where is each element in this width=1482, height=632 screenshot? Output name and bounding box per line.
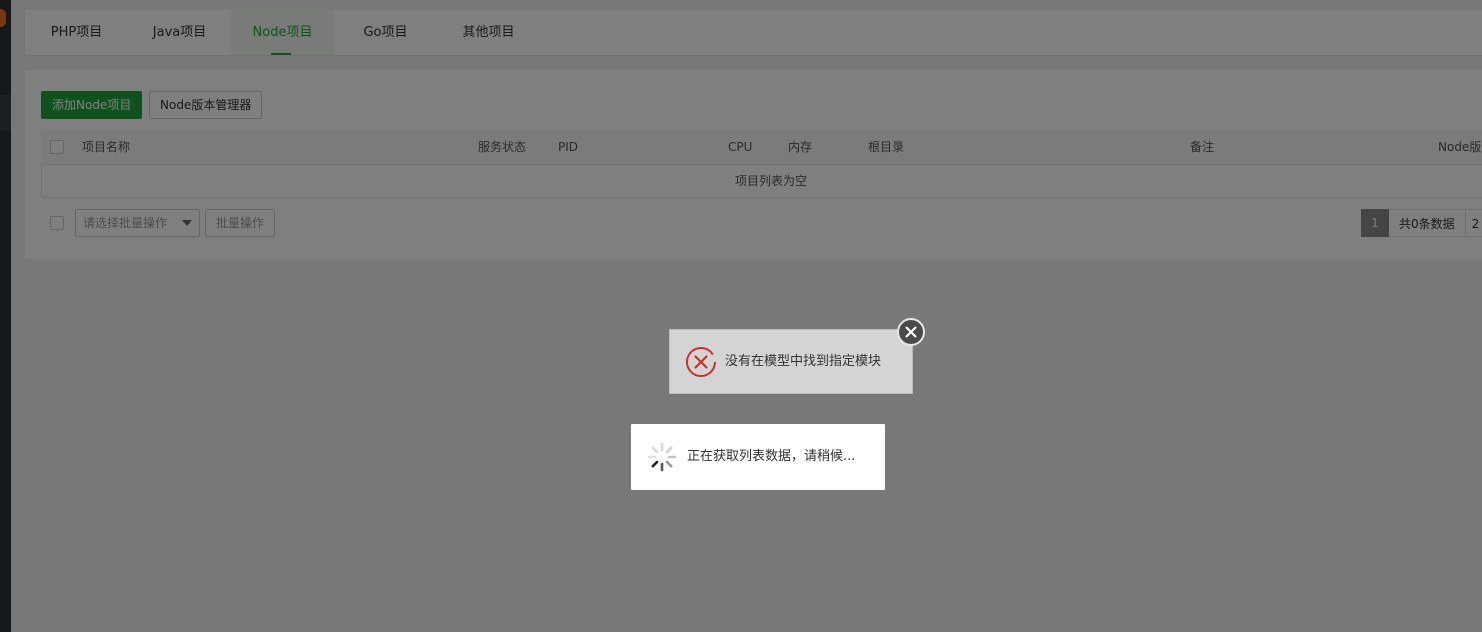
close-icon [905,326,917,338]
error-message: 没有在模型中找到指定模块 [725,354,882,369]
error-toast: 没有在模型中找到指定模块 [669,329,913,394]
loading-spinner-icon [647,442,677,472]
modal-overlay [0,0,1482,632]
loading-dialog: 正在获取列表数据，请稍候... [631,424,885,490]
loading-message: 正在获取列表数据，请稍候... [687,449,856,464]
error-circle-icon [686,347,716,377]
close-error-button[interactable] [897,318,925,346]
